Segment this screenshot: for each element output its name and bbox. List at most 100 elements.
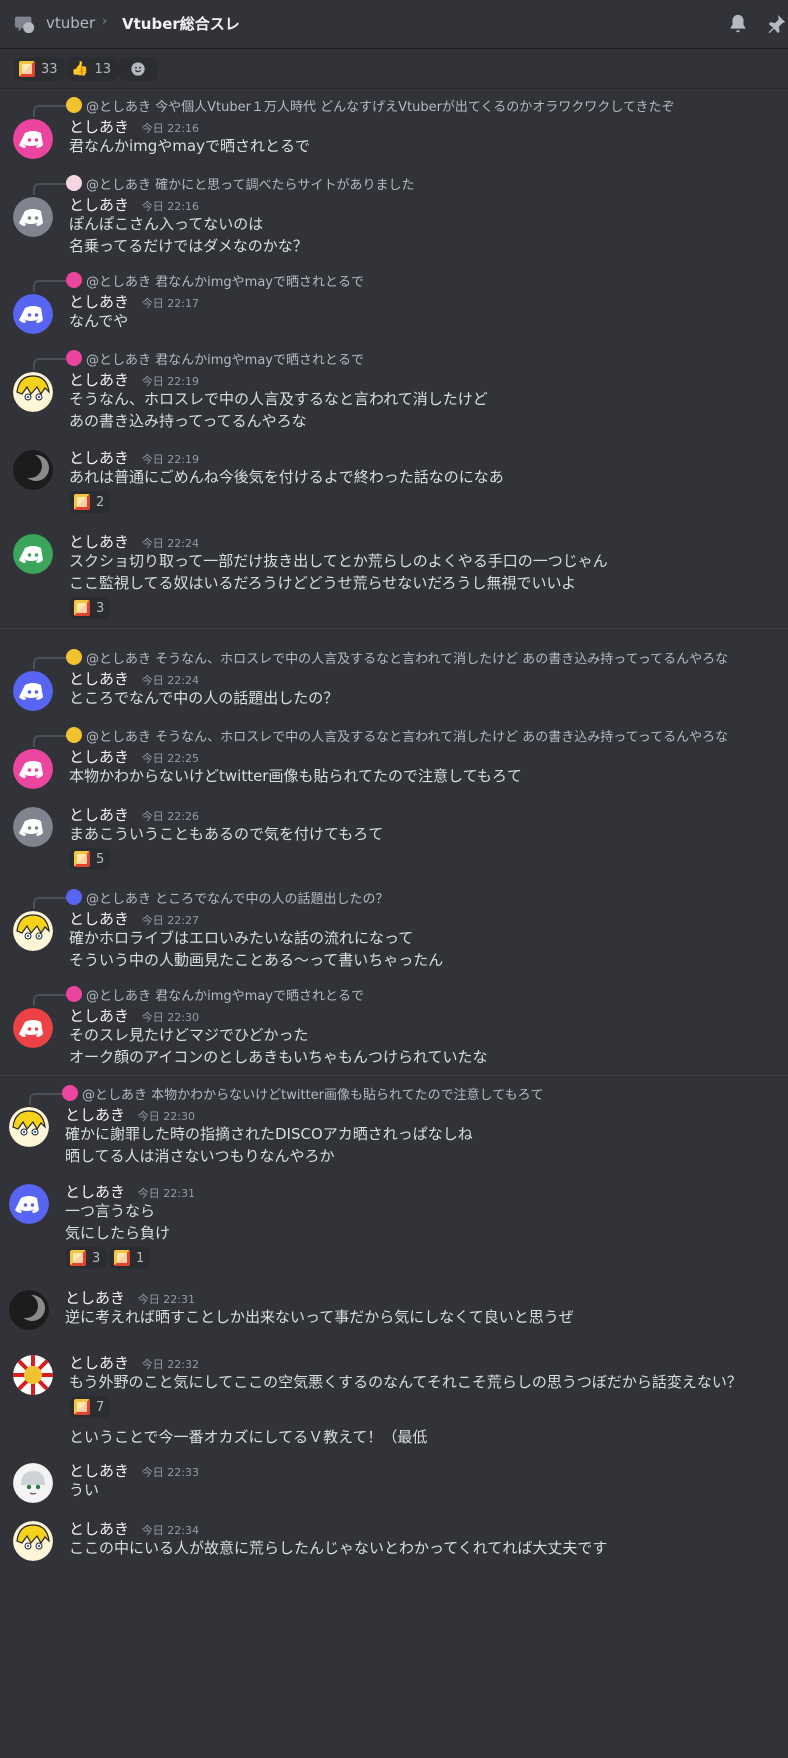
timestamp: 今日 22:32 [141,1358,199,1371]
message-text: ぽんぽこさん入ってないのは [69,215,264,233]
message-reaction[interactable]: 2 [69,491,112,513]
avatar[interactable] [13,450,53,490]
reply-preview[interactable]: @としあき そうなん、ホロスレで中の人言及するなと言われて消したけど あの書き込… [66,648,729,667]
custom-emote-icon [74,494,90,510]
thread-reaction-bar: 33 👍 13 [0,49,788,89]
author-name[interactable]: としあき [69,1520,129,1538]
reaction-chip[interactable]: 33 [14,57,65,81]
author-name[interactable]: としあき [65,1183,125,1201]
author-name[interactable]: としあき [69,1462,129,1480]
custom-emote-icon [74,600,90,616]
message-reaction[interactable]: 3 [65,1247,108,1269]
message-header: としあき 今日 22:19 [69,369,199,390]
reply-preview[interactable]: @としあき 君なんかimgやmayで晒されとるで [66,349,364,368]
message-text: スクショ切り取って一部だけ抜き出してとか荒らしのよくやる手口の一つじゃん [69,552,608,570]
message-text: 君なんかimgやmayで晒されとるで [69,137,310,155]
author-name[interactable]: としあき [65,1289,125,1307]
avatar[interactable] [13,911,53,951]
add-reaction-button[interactable] [118,57,158,81]
message-text: うい [69,1481,100,1499]
timestamp: 今日 22:24 [141,537,199,550]
author-name[interactable]: としあき [69,910,129,928]
custom-emote-icon [74,851,90,867]
avatar[interactable] [13,1463,53,1503]
avatar[interactable] [9,1184,49,1224]
avatar[interactable] [13,671,53,711]
message-text: ということで今一番オカズにしてるＶ教えて！（最低 [69,1428,428,1446]
reply-text: @としあき 本物かわからないけどtwitter画像も貼られてたので注意してもろて [82,1087,544,1103]
avatar[interactable] [13,1355,53,1395]
message-reaction[interactable]: 7 [69,1396,112,1418]
avatar[interactable] [13,294,53,334]
thread-title: Vtuber総合スレ [122,15,240,33]
avatar[interactable] [13,807,53,847]
thread-header: vtuber › Vtuber総合スレ [0,0,788,49]
reply-preview[interactable]: @としあき ところでなんで中の人の話題出したの？ [66,888,388,907]
avatar[interactable] [13,119,53,159]
reply-preview[interactable]: @としあき 君なんかimgやmayで晒されとるで [66,985,364,1004]
reply-connector [33,358,67,370]
timestamp: 今日 22:34 [141,1524,199,1537]
reply-avatar-icon [62,1085,78,1101]
message-reaction[interactable]: 5 [69,848,112,870]
timestamp: 今日 22:16 [141,200,199,213]
reply-avatar-icon [66,97,82,113]
message-text: そのスレ見たけどマジでひどかった [69,1026,309,1044]
reply-avatar-icon [66,175,82,191]
message-header: としあき 今日 22:32 [69,1352,199,1373]
timestamp: 今日 22:30 [137,1110,195,1123]
avatar[interactable] [13,1521,53,1561]
reply-preview[interactable]: @としあき 君なんかimgやmayで晒されとるで [66,271,364,290]
author-name[interactable]: としあき [69,293,129,311]
author-name[interactable]: としあき [69,533,129,551]
avatar[interactable] [13,749,53,789]
author-name[interactable]: としあき [69,1007,129,1025]
reply-preview[interactable]: @としあき 確かにと思って調べたらサイトがありました [66,174,414,193]
message-text: 気にしたら負け [65,1224,171,1242]
breadcrumb-chevron-icon: › [102,14,108,29]
avatar[interactable] [13,197,53,237]
reaction-chip[interactable]: 👍 13 [66,57,118,81]
message-header: としあき 今日 22:17 [69,291,199,312]
message-reaction[interactable]: 1 [109,1247,152,1269]
reaction-count: 13 [94,61,111,77]
reaction-count: 1 [136,1250,145,1266]
avatar[interactable] [13,1008,53,1048]
avatar[interactable] [13,372,53,412]
author-name[interactable]: としあき [69,371,129,389]
author-name[interactable]: としあき [65,1106,125,1124]
author-name[interactable]: としあき [69,806,129,824]
author-name[interactable]: としあき [69,118,129,136]
message-reaction[interactable]: 3 [69,597,112,619]
avatar[interactable] [9,1290,49,1330]
author-name[interactable]: としあき [69,1354,129,1372]
reply-avatar-icon [66,889,82,905]
message-text: まあこういうこともあるので気を付けてもろて [69,825,384,843]
reply-preview[interactable]: @としあき 本物かわからないけどtwitter画像も貼られてたので注意してもろて [62,1084,544,1103]
bell-icon[interactable] [727,13,749,35]
author-name[interactable]: としあき [69,449,129,467]
author-name[interactable]: としあき [69,748,129,766]
reply-text: @としあき 今や個人Vtuber１万人時代 どんなすげえVtuberが出てくるの… [86,99,675,115]
reply-text: @としあき そうなん、ホロスレで中の人言及するなと言われて消したけど あの書き込… [86,651,729,667]
avatar[interactable] [9,1107,49,1147]
author-name[interactable]: としあき [69,196,129,214]
author-name[interactable]: としあき [69,670,129,688]
timestamp: 今日 22:31 [137,1187,195,1200]
timestamp: 今日 22:33 [141,1466,199,1479]
reaction-count: 3 [96,600,105,616]
message-text: もう外野のこと気にしてここの空気悪くするのなんてそれこそ荒らしの思うつぼだから話… [69,1373,742,1391]
timestamp: 今日 22:26 [141,810,199,823]
reply-preview[interactable]: @としあき 今や個人Vtuber１万人時代 どんなすげえVtuberが出てくるの… [66,96,675,115]
pin-icon[interactable] [765,13,787,35]
message-text: 逆に考えれば晒すことしか出来ないって事だから気にしなくて良いと思うぜ [65,1308,574,1326]
message-text: なんでや [69,312,129,330]
reaction-count: 33 [41,61,58,77]
message-header: としあき 今日 22:33 [69,1460,199,1481]
message-text: あの書き込み持ってってるんやろな [69,412,307,430]
reply-avatar-icon [66,350,82,366]
reply-preview[interactable]: @としあき そうなん、ホロスレで中の人言及するなと言われて消したけど あの書き込… [66,726,728,745]
parent-channel-link[interactable]: vtuber [46,14,95,32]
avatar[interactable] [13,534,53,574]
message-text: ここ監視してる奴はいるだろうけどどうせ荒らせないだろうし無視でいいよ [69,574,577,592]
